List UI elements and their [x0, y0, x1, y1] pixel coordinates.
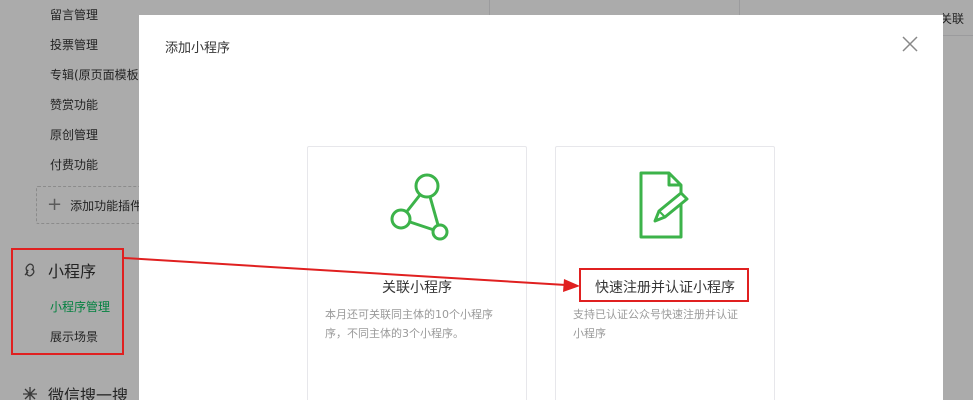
desc-line: 小程序 — [573, 327, 606, 340]
document-edit-icon — [639, 171, 689, 239]
network-link-icon — [390, 173, 449, 241]
close-icon[interactable] — [901, 35, 919, 53]
annotation-box-register-label — [579, 268, 749, 302]
link-miniprogram-card[interactable]: 关联小程序 本月还可关联同主体的10个小程序 序，不同主体的3个小程序。 — [307, 146, 527, 400]
register-miniprogram-desc: 支持已认证公众号快速注册并认证 小程序 — [573, 305, 757, 343]
link-miniprogram-label: 关联小程序 — [382, 280, 452, 296]
desc-line: 序，不同主体的3个小程序。 — [325, 327, 464, 340]
desc-line: 本月还可关联同主体的10个小程序 — [325, 308, 493, 321]
add-miniprogram-dialog: 添加小程序 关联小程序 本月还可关联同主体的10个小程序 序，不同主体的3个小程… — [139, 15, 943, 400]
link-miniprogram-desc: 本月还可关联同主体的10个小程序 序，不同主体的3个小程序。 — [325, 305, 509, 343]
annotation-box-miniprogram-section — [11, 248, 124, 355]
dialog-title: 添加小程序 — [165, 41, 231, 56]
desc-line: 支持已认证公众号快速注册并认证 — [573, 308, 738, 321]
